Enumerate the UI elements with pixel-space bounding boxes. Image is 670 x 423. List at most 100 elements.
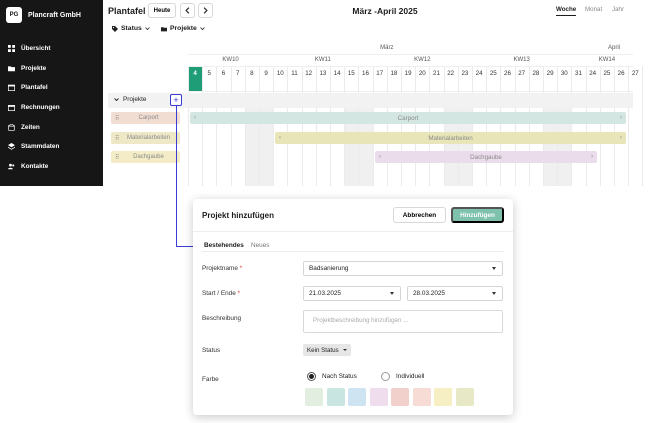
add-project-dialog: Projekt hinzufügen Abbrechen Hinzufügen … [193,199,513,415]
day-label[interactable]: 15 [344,70,358,77]
group-toggle[interactable]: Projekte [114,96,146,103]
grid-line [599,66,601,186]
grid-line [642,66,644,186]
day-label[interactable]: 11 [287,70,301,77]
chevron-right-icon[interactable]: › [620,132,622,144]
day-label[interactable]: 30 [557,70,571,77]
grid-line [315,66,317,186]
view-month-tab[interactable]: Monat [585,6,602,13]
sidebar-item-projekte[interactable]: Projekte [8,59,60,79]
day-label[interactable]: 20 [415,70,429,77]
status-filter[interactable]: Status [112,25,153,32]
day-label[interactable]: 16 [358,70,372,77]
chevron-left-icon[interactable]: ‹ [279,132,281,144]
add-project-button[interactable]: + [170,94,182,106]
connector-line [176,106,177,247]
day-label[interactable]: 23 [458,70,472,77]
day-label[interactable]: 25 [486,70,500,77]
start-date-select[interactable]: 21.03.2025 [303,286,401,301]
day-label[interactable]: 31 [571,70,585,77]
drag-handle-icon[interactable]: ⠿ [115,115,127,122]
color-swatch[interactable] [455,388,474,406]
day-label[interactable]: 9 [259,70,273,77]
day-label[interactable]: 8 [245,70,259,77]
status-label: Status [202,347,221,354]
day-label[interactable]: 28 [529,70,543,77]
day-label[interactable]: 27 [628,70,642,77]
day-label[interactable]: 17 [373,70,387,77]
projects-filter[interactable]: Projekte [161,25,208,32]
day-label[interactable]: 29 [543,70,557,77]
project-bar-dachgaube[interactable]: ‹ Dachgaube › [375,151,597,163]
radio-individual[interactable]: Individuell [381,372,424,381]
chevron-left-icon[interactable]: ‹ [194,112,196,124]
day-label[interactable]: 13 [316,70,330,77]
chevron-right-icon[interactable]: › [620,112,622,124]
sidebar-nav: Übersicht Projekte Plantafel Rechnungen [8,39,60,176]
day-label[interactable]: 14 [330,70,344,77]
color-swatch[interactable] [434,388,452,406]
grid-line [372,66,374,186]
color-swatch[interactable] [412,388,431,406]
day-label[interactable]: 22 [444,70,458,77]
radio-by-status[interactable]: Nach Status [307,372,357,381]
day-label[interactable]: 25 [600,70,614,77]
sidebar-item-plantafel[interactable]: Plantafel [8,78,60,98]
sidebar-item-rechnungen[interactable]: Rechnungen [8,98,60,118]
today-button[interactable]: Heute [148,3,176,18]
sidebar-item-uebersicht[interactable]: Übersicht [8,39,60,59]
day-label[interactable]: 7 [231,70,245,77]
brand-name: Plancraft GmbH [28,11,81,19]
project-bar-materialarbeiten[interactable]: ‹ Materialarbeiten › [275,132,626,144]
view-year-tab[interactable]: Jahr [612,6,624,13]
day-label[interactable]: 6 [216,70,230,77]
day-label[interactable]: 5 [202,70,216,77]
project-bar-carport[interactable]: ‹ Carport › [190,112,626,124]
radio-unchecked-icon[interactable] [381,372,390,381]
project-name-select[interactable]: Badsanierung [303,261,503,276]
project-chip-dachgaube[interactable]: ⠿ Dachgaube [111,151,180,163]
day-label[interactable]: 10 [273,70,287,77]
day-label[interactable]: 27 [515,70,529,77]
day-label[interactable]: 12 [302,70,316,77]
project-chip-materialarbeiten[interactable]: ⠿ Materialarbeiten [111,132,180,144]
day-label[interactable]: 21 [429,70,443,77]
view-week-tab[interactable]: Woche [556,6,577,16]
tag-icon [112,25,118,32]
grid-line [543,66,544,186]
day-label[interactable]: 19 [401,70,415,77]
description-textarea[interactable]: Projektbeschreibung hinzufügen ... [303,310,503,333]
day-label[interactable]: 26 [614,70,628,77]
project-name-value: Badsanierung [309,265,349,272]
end-date-select[interactable]: 28.03.2025 [407,286,503,301]
chevron-right-icon[interactable]: › [591,151,593,163]
grid-line [415,66,417,186]
radio-checked-icon[interactable] [307,372,316,381]
chevron-left-icon[interactable]: ‹ [379,151,381,163]
prev-button[interactable] [180,3,195,18]
color-swatch[interactable] [348,388,366,406]
color-swatch[interactable] [305,388,323,406]
sidebar-item-zeiten[interactable]: Zeiten [8,117,60,137]
day-label[interactable]: 18 [387,70,401,77]
status-select[interactable]: Kein Status [303,344,351,356]
color-swatch[interactable] [369,388,388,406]
cancel-button[interactable]: Abbrechen [393,207,446,223]
submit-button[interactable]: Hinzufügen [451,207,504,223]
grid-line [188,91,633,92]
today-day-label[interactable]: 4 [188,70,202,77]
project-chip-carport[interactable]: ⠿ Carport [111,112,180,124]
day-label[interactable]: 24 [586,70,600,77]
dialog-title: Projekt hinzufügen [202,211,274,220]
color-swatch[interactable] [391,388,409,406]
day-label[interactable]: 24 [472,70,486,77]
tab-new[interactable]: Neues [251,242,269,249]
sidebar-item-kontakte[interactable]: Kontakte [8,157,60,177]
color-swatch[interactable] [326,388,345,406]
next-button[interactable] [198,3,213,18]
day-label[interactable]: 26 [500,70,514,77]
drag-handle-icon[interactable]: ⠿ [115,135,127,142]
drag-handle-icon[interactable]: ⠿ [115,154,127,161]
contacts-icon [8,163,15,170]
sidebar-item-stammdaten[interactable]: Stammdaten [8,137,60,157]
